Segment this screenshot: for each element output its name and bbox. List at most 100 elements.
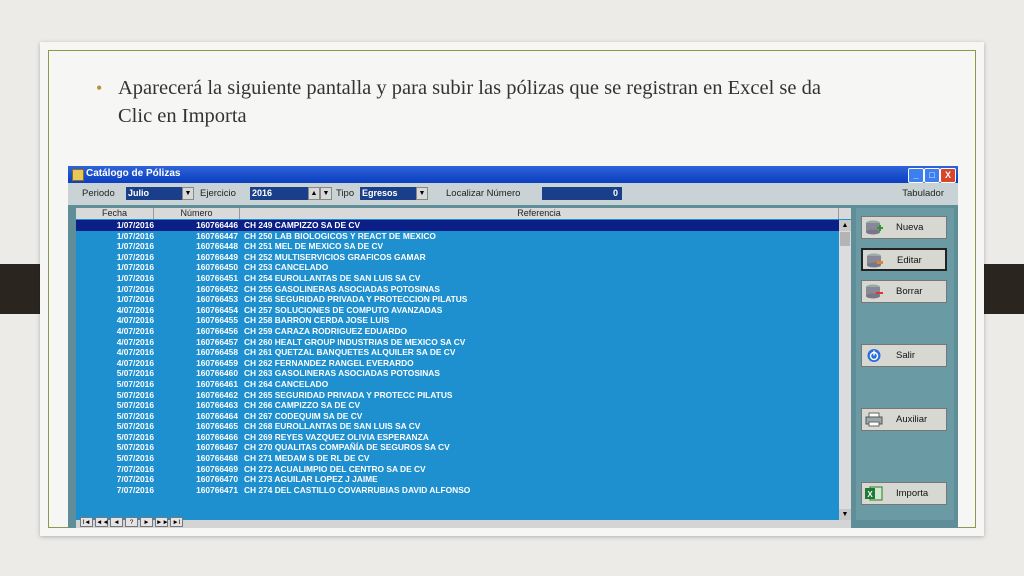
minimize-button[interactable]: _ <box>908 168 924 183</box>
auxiliar-button[interactable]: Auxiliar <box>861 408 947 431</box>
table-row[interactable]: 1/07/2016 160766452 CH 255 GASOLINERAS ASO… <box>76 284 839 295</box>
navigator-button[interactable]: ►I <box>170 517 183 527</box>
editar-button[interactable]: Editar <box>861 248 947 271</box>
table-row[interactable]: 4/07/2016 160766455 CH 258 BARRON CERDA JO… <box>76 315 839 326</box>
cell-numero: 160766466 <box>196 431 238 442</box>
cell-referencia: CH 262 FERNANDEZ RANGEL EVERARDO <box>244 357 414 368</box>
table-row[interactable]: 5/07/2016 160766465 CH 268 EUROLLANTAS DE … <box>76 421 839 432</box>
database-delete-icon <box>866 284 883 299</box>
borrar-button[interactable]: Borrar <box>861 280 947 303</box>
cell-fecha: 4/07/2016 <box>116 325 154 336</box>
cell-referencia: CH 256 SEGURIDAD PRIVADA Y PROTECCION PI… <box>244 294 468 305</box>
polizas-grid: Fecha Número Referencia 1/07/2016 1607664… <box>76 208 851 520</box>
table-row[interactable]: 1/07/2016 160766449 CH 252 MULTISERVICIOS … <box>76 252 839 263</box>
nueva-button[interactable]: Nueva <box>861 216 947 239</box>
power-icon <box>867 349 881 362</box>
table-row[interactable]: 4/07/2016 160766454 CH 257 SOLUCIONES DE C… <box>76 305 839 316</box>
cell-numero: 160766463 <box>196 400 238 411</box>
table-row[interactable]: 1/07/2016 160766447 CH 250 LAB BIOLOGICOS … <box>76 231 839 242</box>
table-row[interactable]: 4/07/2016 160766459 CH 262 FERNANDEZ RANGE… <box>76 358 839 369</box>
table-row[interactable]: 7/07/2016 160766471 CH 274 DEL CASTILLO CO… <box>76 485 839 496</box>
scroll-thumb[interactable] <box>840 232 850 246</box>
table-row[interactable]: 4/07/2016 160766456 CH 259 CARAZA RODRIGUE… <box>76 326 839 337</box>
navigator-button[interactable]: ►► <box>155 517 169 527</box>
cell-numero: 160766470 <box>196 474 238 485</box>
navigator-button[interactable]: I◄ <box>80 517 93 527</box>
cell-referencia: CH 267 CODEQUIM SA DE CV <box>244 410 363 421</box>
filter-toolbar: Periodo Julio ▼ Ejercicio 2016 ▲ ▼ Tipo … <box>68 183 958 205</box>
cell-fecha: 7/07/2016 <box>116 484 154 495</box>
importa-button[interactable]: X Importa <box>861 482 947 505</box>
cell-numero: 160766464 <box>196 410 238 421</box>
cell-numero: 160766457 <box>196 336 238 347</box>
close-button[interactable]: X <box>940 168 956 183</box>
window-title: Catálogo de Pólizas <box>86 168 181 179</box>
scroll-down-icon[interactable]: ▼ <box>839 509 851 520</box>
localizar-label: Localizar Número <box>446 188 521 199</box>
table-row[interactable]: 5/07/2016 160766463 CH 266 CAMPIZZO SA DE … <box>76 400 839 411</box>
cell-referencia: CH 272 ACUALIMPIO DEL CENTRO SA DE CV <box>244 463 426 474</box>
table-row[interactable]: 1/07/2016 160766453 CH 256 SEGURIDAD PRIVA… <box>76 294 839 305</box>
table-row[interactable]: 5/07/2016 160766464 CH 267 CODEQUIM SA DE … <box>76 411 839 422</box>
cell-fecha: 1/07/2016 <box>116 230 154 241</box>
periodo-dropdown-icon[interactable]: ▼ <box>182 187 194 200</box>
tabulador-label[interactable]: Tabulador <box>902 188 944 199</box>
table-row[interactable]: 5/07/2016 160766460 CH 263 GASOLINERAS ASO… <box>76 368 839 379</box>
cell-referencia: CH 273 AGUILAR LOPEZ J JAIME <box>244 474 378 485</box>
cell-referencia: CH 254 EUROLLANTAS DE SAN LUIS SA CV <box>244 272 421 283</box>
ejercicio-field[interactable]: 2016 <box>250 187 308 200</box>
cell-fecha: 1/07/2016 <box>116 251 154 262</box>
cell-referencia: CH 270 QUALITAS COMPAÑÍA DE SEGUROS SA C… <box>244 442 450 453</box>
table-row[interactable]: 5/07/2016 160766466 CH 269 REYES VAZQUEZ O… <box>76 432 839 443</box>
column-header-numero[interactable]: Número <box>154 208 240 219</box>
cell-referencia: CH 266 CAMPIZZO SA DE CV <box>244 400 361 411</box>
table-row[interactable]: 5/07/2016 160766462 CH 265 SEGURIDAD PRIVA… <box>76 390 839 401</box>
window-titlebar[interactable]: Catálogo de Pólizas _ □ X <box>68 166 958 183</box>
cell-referencia: CH 264 CANCELADO <box>244 378 329 389</box>
cell-fecha: 1/07/2016 <box>116 294 154 305</box>
bullet-point: • Aparecerá la siguiente pantalla y para… <box>96 74 838 130</box>
navigator-button[interactable]: ► <box>140 517 153 527</box>
action-panel: Nueva Editar Borrar Salir Auxiliar X Imp… <box>856 208 954 520</box>
table-row[interactable]: 1/07/2016 160766446 CH 249 CAMPIZZO SA DE … <box>76 220 839 231</box>
editar-label: Editar <box>897 255 922 266</box>
localizar-input[interactable]: 0 <box>542 187 622 200</box>
column-header-referencia[interactable]: Referencia <box>240 208 839 219</box>
table-row[interactable]: 5/07/2016 160766461 CH 264 CANCELADO <box>76 379 839 390</box>
salir-button[interactable]: Salir <box>861 344 947 367</box>
table-row[interactable]: 7/07/2016 160766470 CH 273 AGUILAR LOPEZ J… <box>76 474 839 485</box>
periodo-select[interactable]: Julio <box>126 187 182 200</box>
table-row[interactable]: 1/07/2016 160766451 CH 254 EUROLLANTAS DE … <box>76 273 839 284</box>
table-row[interactable]: 4/07/2016 160766458 CH 261 QUETZAL BANQUET… <box>76 347 839 358</box>
table-row[interactable]: 5/07/2016 160766467 CH 270 QUALITAS COMPAÑ… <box>76 442 839 453</box>
table-row[interactable]: 5/07/2016 160766468 CH 271 MEDAM S DE RL D… <box>76 453 839 464</box>
navigator-button[interactable]: ◄◄ <box>95 517 109 527</box>
cell-numero: 160766446 <box>196 220 238 230</box>
cell-referencia: CH 274 DEL CASTILLO COVARRUBIAS DAVID AL… <box>244 484 471 495</box>
navigator-button[interactable]: ◄ <box>110 517 123 527</box>
maximize-button[interactable]: □ <box>924 168 940 183</box>
cell-referencia: CH 271 MEDAM S DE RL DE CV <box>244 453 370 464</box>
tipo-dropdown-icon[interactable]: ▼ <box>416 187 428 200</box>
cell-fecha: 4/07/2016 <box>116 347 154 358</box>
periodo-label: Periodo <box>82 188 115 199</box>
cell-fecha: 5/07/2016 <box>116 378 154 389</box>
cell-fecha: 5/07/2016 <box>116 421 154 432</box>
cell-numero: 160766467 <box>196 442 238 453</box>
grid-rows: 1/07/2016 160766446 CH 249 CAMPIZZO SA DE … <box>76 220 839 495</box>
grid-vertical-scrollbar[interactable]: ▲ ▼ <box>839 220 851 520</box>
table-row[interactable]: 7/07/2016 160766469 CH 272 ACUALIMPIO DEL … <box>76 464 839 475</box>
cell-numero: 160766461 <box>196 378 238 389</box>
column-header-fecha[interactable]: Fecha <box>76 208 154 219</box>
scroll-up-icon[interactable]: ▲ <box>839 220 851 231</box>
table-row[interactable]: 4/07/2016 160766457 CH 260 HEALT GROUP IND… <box>76 337 839 348</box>
table-row[interactable]: 1/07/2016 160766448 CH 251 MEL DE MEXICO S… <box>76 241 839 252</box>
cell-referencia: CH 257 SOLUCIONES DE COMPUTO AVANZADAS <box>244 304 443 315</box>
cell-fecha: 7/07/2016 <box>116 463 154 474</box>
tipo-select[interactable]: Egresos <box>360 187 416 200</box>
table-row[interactable]: 1/07/2016 160766450 CH 253 CANCELADO <box>76 262 839 273</box>
ejercicio-up-icon[interactable]: ▲ <box>308 187 320 200</box>
navigator-button[interactable]: ? <box>125 517 138 527</box>
ejercicio-down-icon[interactable]: ▼ <box>320 187 332 200</box>
nueva-label: Nueva <box>896 222 924 233</box>
